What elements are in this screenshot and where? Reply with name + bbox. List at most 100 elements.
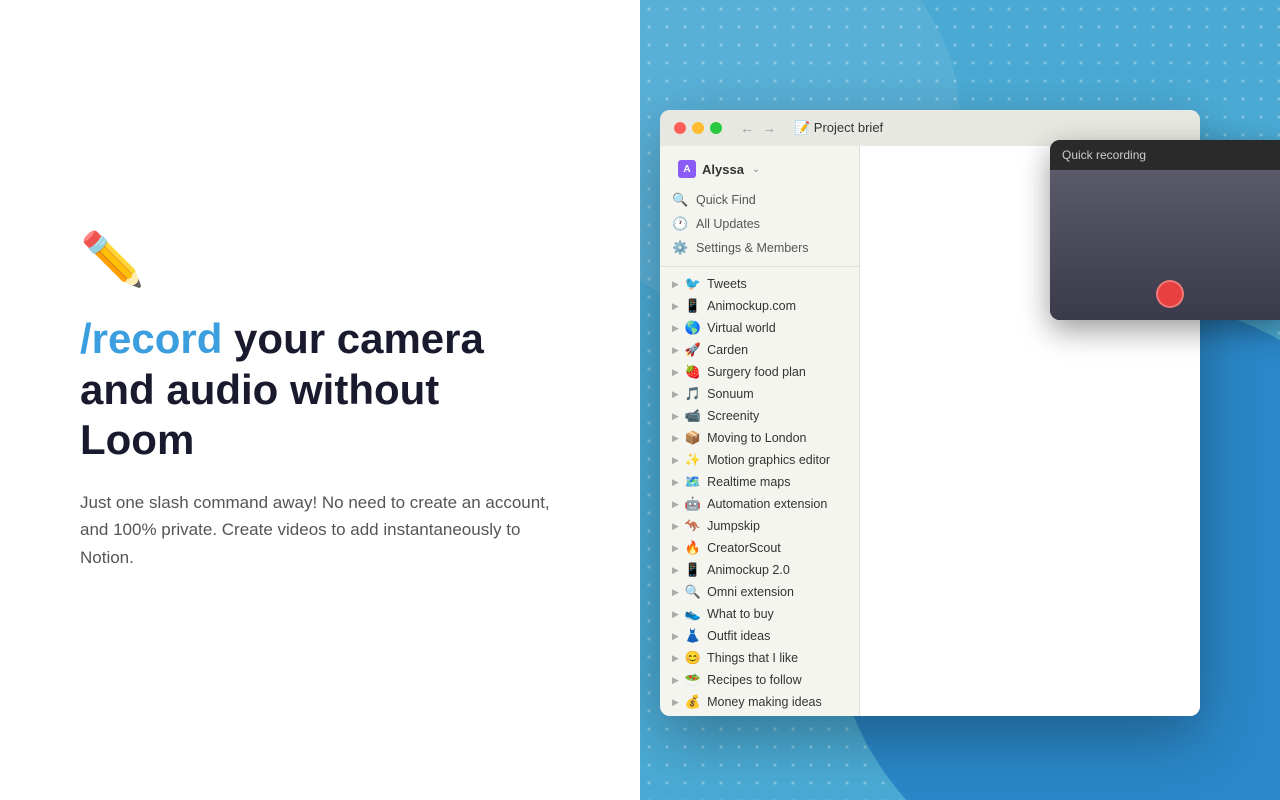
sidebar-item[interactable]: ▶ 🌎 Virtual world <box>660 317 859 339</box>
sidebar-item-emoji: 📹 <box>685 408 701 424</box>
sidebar-item-emoji: 🦘 <box>685 518 701 534</box>
sidebar-item[interactable]: ▶ 📹 Screenity <box>660 405 859 427</box>
sidebar-item-emoji: 🐦 <box>685 276 701 292</box>
sidebar-divider <box>660 266 859 267</box>
sidebar-item-arrow: ▶ <box>672 521 679 532</box>
sidebar-item[interactable]: ▶ 🔥 CreatorScout <box>660 537 859 559</box>
right-panel: ← → 📝 Project brief A Alyssa ⌄ 🔍 Quick F… <box>640 0 1280 800</box>
sidebar-item-emoji: 🤖 <box>685 496 701 512</box>
sidebar-item[interactable]: ▶ 👗 Outfit ideas <box>660 625 859 647</box>
nav-forward-button[interactable]: → <box>762 120 776 136</box>
sidebar-item-label: Money making ideas <box>707 695 822 709</box>
sidebar-item[interactable]: ▶ 📱 Animockup 2.0 <box>660 559 859 581</box>
sidebar-item[interactable]: ▶ 🌸 Later <box>660 713 859 716</box>
settings-label: Settings & Members <box>696 241 809 255</box>
sidebar-item-arrow: ▶ <box>672 587 679 598</box>
sidebar-item-arrow: ▶ <box>672 367 679 378</box>
subtext: Just one slash command away! No need to … <box>80 489 560 571</box>
record-button[interactable] <box>1156 280 1184 308</box>
left-panel: ✏️ /record your camera and audio without… <box>0 0 640 800</box>
nav-back-button[interactable]: ← <box>740 120 754 136</box>
sidebar-item-emoji: 🍓 <box>685 364 701 380</box>
sidebar-item[interactable]: ▶ 🍓 Surgery food plan <box>660 361 859 383</box>
sidebar-items: ▶ 🐦 Tweets ▶ 📱 Animockup.com ▶ 🌎 Virtual… <box>660 273 859 716</box>
user-row[interactable]: A Alyssa ⌄ <box>672 156 847 182</box>
sidebar-item-label: Surgery food plan <box>707 365 806 379</box>
user-name: Alyssa <box>702 162 744 177</box>
sidebar-item[interactable]: ▶ 🐦 Tweets <box>660 273 859 295</box>
user-avatar: A <box>678 160 696 178</box>
sidebar-item[interactable]: ▶ ✨ Motion graphics editor <box>660 449 859 471</box>
sidebar-item-emoji: 📦 <box>685 430 701 446</box>
sidebar-item-label: Screenity <box>707 409 759 423</box>
sidebar-item-label: Sonuum <box>707 387 754 401</box>
sidebar-item-arrow: ▶ <box>672 609 679 620</box>
sidebar-item[interactable]: ▶ 😊 Things that I like <box>660 647 859 669</box>
quick-find-label: Quick Find <box>696 193 756 207</box>
search-icon: 🔍 <box>672 192 688 208</box>
sidebar-item[interactable]: ▶ 🤖 Automation extension <box>660 493 859 515</box>
sidebar-item-label: CreatorScout <box>707 541 781 555</box>
pencil-icon: ✏️ <box>80 229 560 290</box>
sidebar-item-emoji: 😊 <box>685 650 701 666</box>
sidebar-item-arrow: ▶ <box>672 455 679 466</box>
sidebar-item-emoji: 🔍 <box>685 584 701 600</box>
sidebar-item-arrow: ▶ <box>672 323 679 334</box>
quick-recording-header: Quick recording <box>1050 140 1280 170</box>
sidebar-item-arrow: ▶ <box>672 565 679 576</box>
all-updates-action[interactable]: 🕐 All Updates <box>660 212 859 236</box>
traffic-light-yellow[interactable] <box>692 122 704 134</box>
sidebar-header: A Alyssa ⌄ <box>660 146 859 188</box>
sidebar-item[interactable]: ▶ 🥗 Recipes to follow <box>660 669 859 691</box>
quick-find-action[interactable]: 🔍 Quick Find <box>660 188 859 212</box>
sidebar-item-label: Animockup 2.0 <box>707 563 790 577</box>
sidebar-item-emoji: 📱 <box>685 562 701 578</box>
sidebar-item-emoji: 🚀 <box>685 342 701 358</box>
sidebar-item-label: Virtual world <box>707 321 776 335</box>
sidebar-item-emoji: 👟 <box>685 606 701 622</box>
sidebar-item[interactable]: ▶ 💰 Money making ideas <box>660 691 859 713</box>
browser-nav: ← → <box>740 120 776 136</box>
sidebar-item-label: Automation extension <box>707 497 827 511</box>
sidebar: A Alyssa ⌄ 🔍 Quick Find 🕐 All Updates ⚙️… <box>660 146 860 716</box>
sidebar-item[interactable]: ▶ 🗺️ Realtime maps <box>660 471 859 493</box>
sidebar-item-emoji: 👗 <box>685 628 701 644</box>
sidebar-item[interactable]: ▶ 👟 What to buy <box>660 603 859 625</box>
quick-recording-video <box>1050 170 1280 320</box>
sidebar-item[interactable]: ▶ 📱 Animockup.com <box>660 295 859 317</box>
sidebar-item[interactable]: ▶ 🦘 Jumpskip <box>660 515 859 537</box>
sidebar-item-label: What to buy <box>707 607 774 621</box>
sidebar-item-emoji: 🥗 <box>685 672 701 688</box>
sidebar-item-arrow: ▶ <box>672 477 679 488</box>
sidebar-item-label: Outfit ideas <box>707 629 770 643</box>
sidebar-item-arrow: ▶ <box>672 499 679 510</box>
traffic-light-green[interactable] <box>710 122 722 134</box>
settings-action[interactable]: ⚙️ Settings & Members <box>660 236 859 260</box>
sidebar-item-emoji: 🔥 <box>685 540 701 556</box>
sidebar-item-arrow: ▶ <box>672 697 679 708</box>
sidebar-item-label: Tweets <box>707 277 747 291</box>
sidebar-item[interactable]: ▶ 🎵 Sonuum <box>660 383 859 405</box>
sidebar-item[interactable]: ▶ 🚀 Carden <box>660 339 859 361</box>
browser-title: 📝 Project brief <box>794 120 883 136</box>
quick-recording-popup: Quick recording <box>1050 140 1280 320</box>
sidebar-item-arrow: ▶ <box>672 675 679 686</box>
sidebar-item-emoji: 💰 <box>685 694 701 710</box>
sidebar-item[interactable]: ▶ 📦 Moving to London <box>660 427 859 449</box>
sidebar-item-arrow: ▶ <box>672 301 679 312</box>
traffic-light-red[interactable] <box>674 122 686 134</box>
sidebar-item-emoji: 🎵 <box>685 386 701 402</box>
sidebar-item-label: Carden <box>707 343 748 357</box>
sidebar-item-label: Jumpskip <box>707 519 760 533</box>
sidebar-item-arrow: ▶ <box>672 433 679 444</box>
sidebar-item-arrow: ▶ <box>672 389 679 400</box>
sidebar-item-emoji: ✨ <box>685 452 701 468</box>
user-caret-icon: ⌄ <box>752 164 760 175</box>
sidebar-item-emoji: 🌎 <box>685 320 701 336</box>
settings-icon: ⚙️ <box>672 240 688 256</box>
sidebar-item-label: Omni extension <box>707 585 794 599</box>
traffic-lights <box>674 122 722 134</box>
sidebar-item[interactable]: ▶ 🔍 Omni extension <box>660 581 859 603</box>
command-text: /record <box>80 315 222 362</box>
sidebar-item-emoji: 🗺️ <box>685 474 701 490</box>
